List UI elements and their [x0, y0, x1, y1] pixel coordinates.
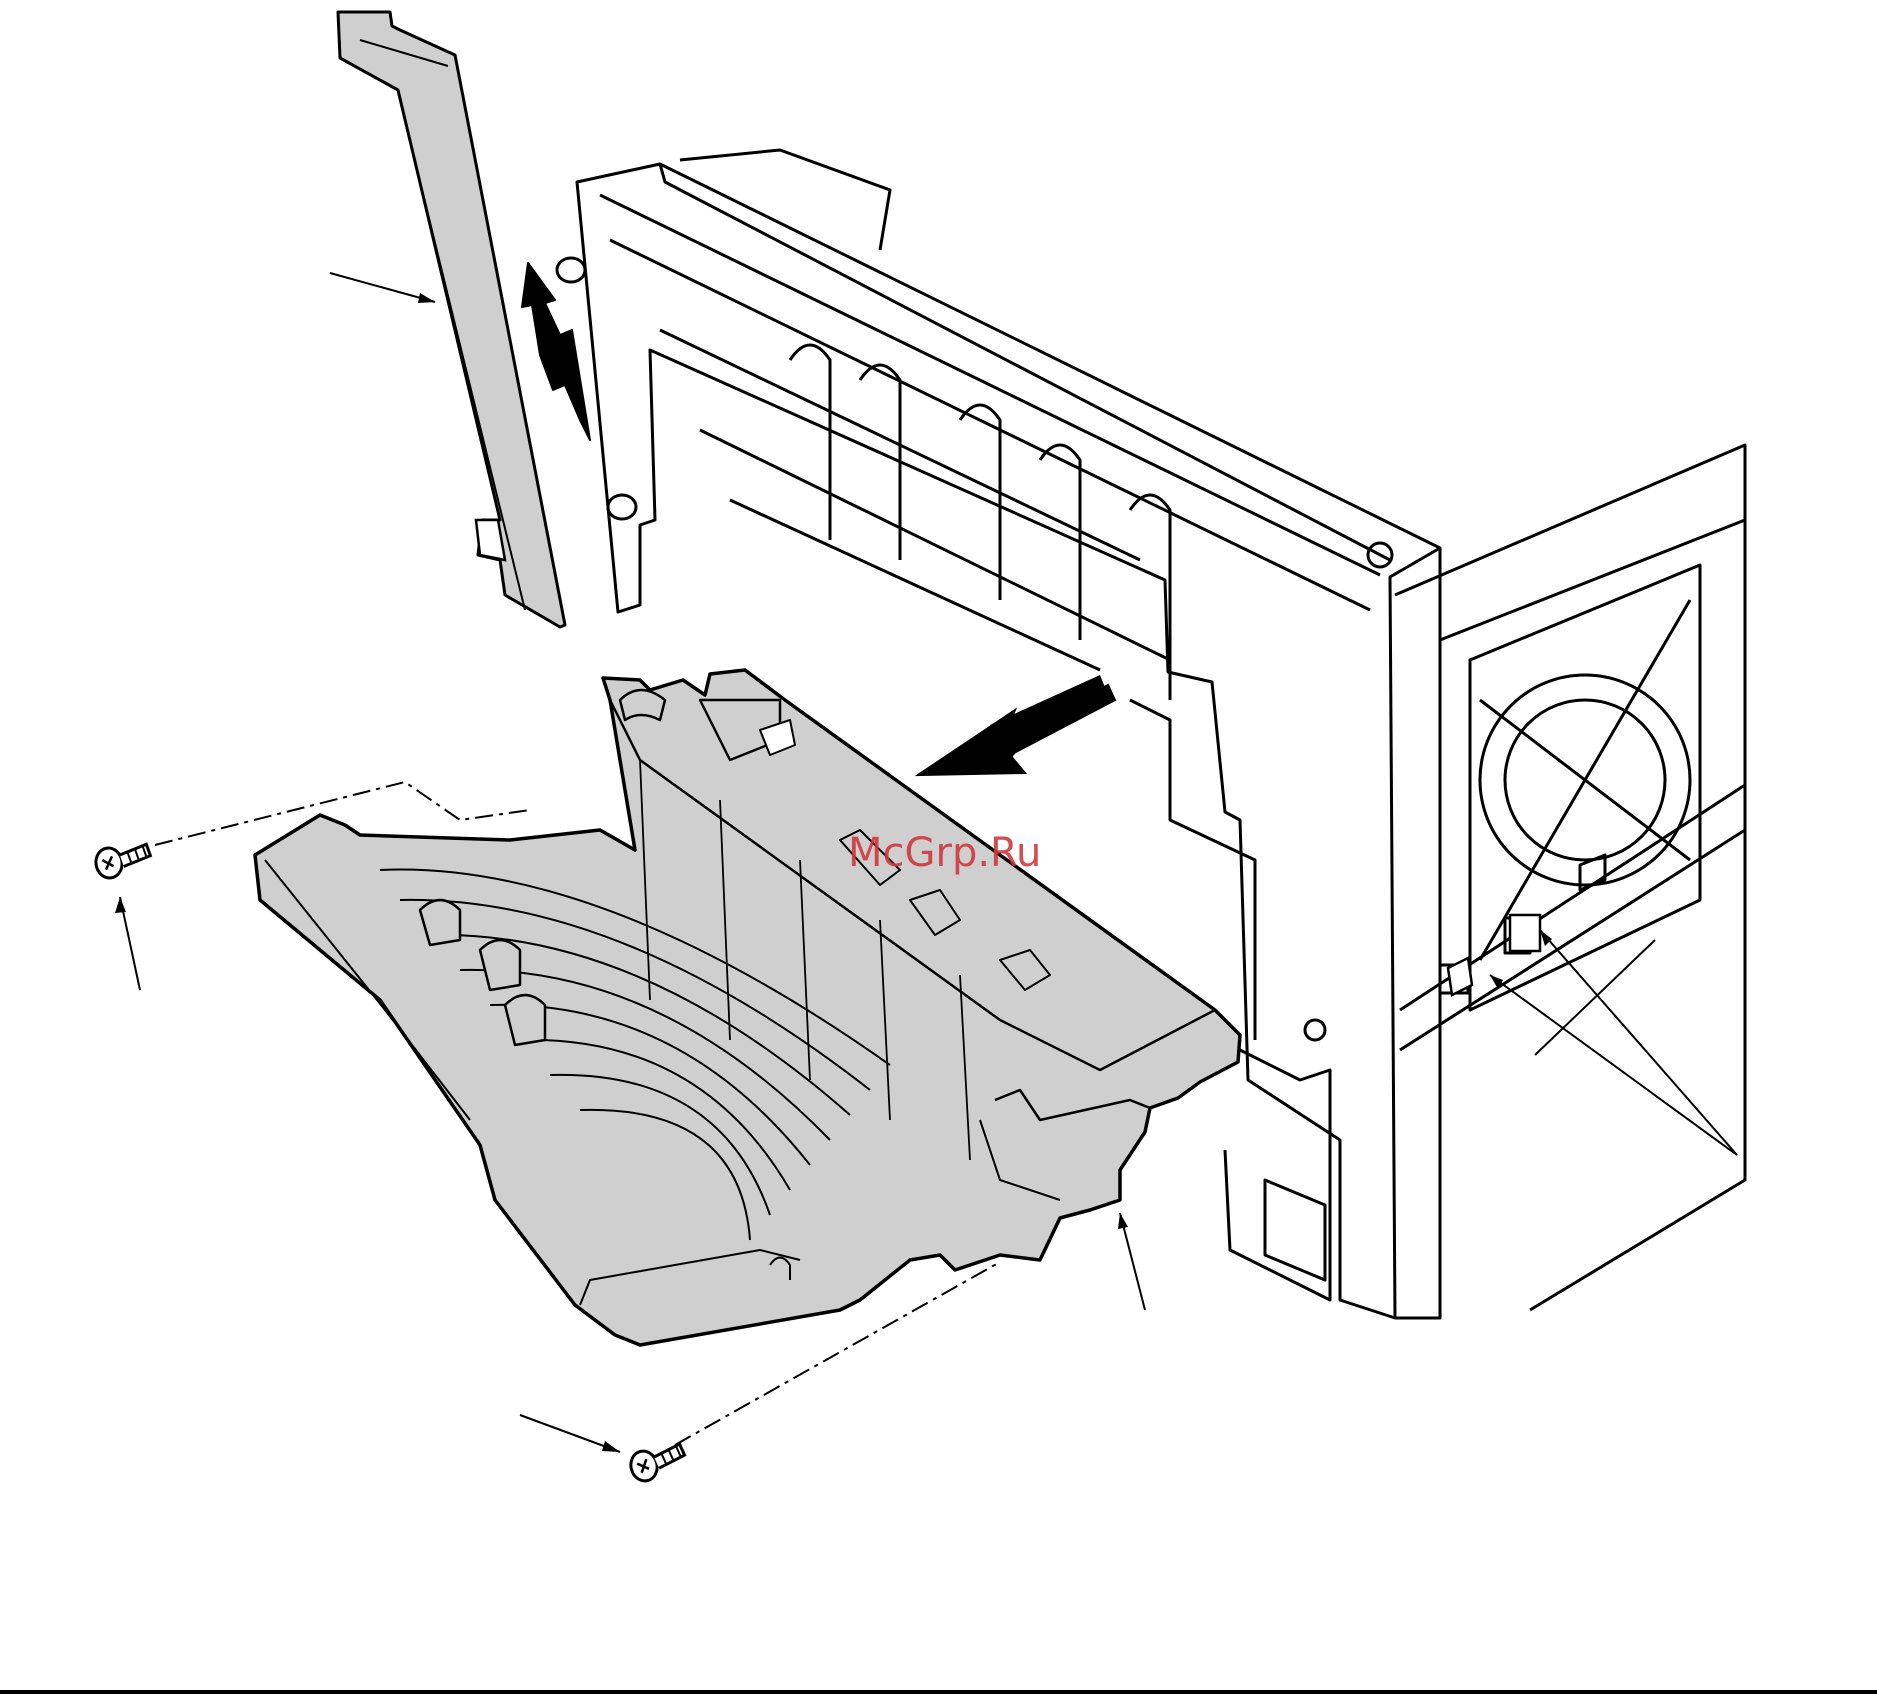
up-arrow-icon — [521, 262, 591, 441]
screw-icon — [92, 839, 155, 882]
left-arrow-icon — [914, 675, 1117, 777]
duplex-unit-part — [253, 668, 1242, 1347]
watermark-text: McGrp.Ru — [848, 830, 1042, 876]
page-bottom-rule — [0, 1690, 1877, 1694]
side-cover-part — [336, 10, 567, 629]
screw-icon — [626, 1439, 690, 1486]
